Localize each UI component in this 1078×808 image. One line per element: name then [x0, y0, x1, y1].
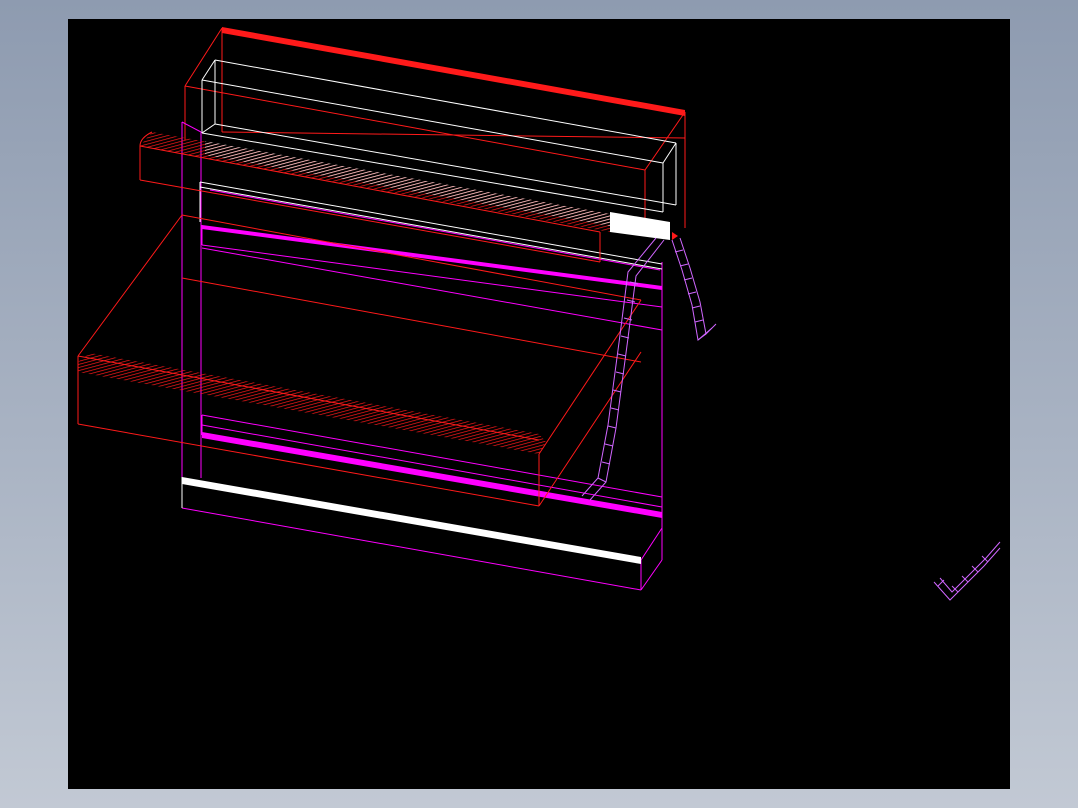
- pivot-marker: [672, 232, 678, 240]
- lower-magenta-band: [202, 432, 662, 518]
- top-roller: [139, 131, 670, 263]
- cable-chain-fragment: [933, 541, 1001, 601]
- cable-chain-right: [671, 237, 717, 341]
- cad-wireframe-drawing: [77, 27, 1001, 601]
- upper-magenta-band: [202, 225, 662, 290]
- cad-viewport[interactable]: [68, 19, 1010, 789]
- lower-roller: [78, 353, 546, 454]
